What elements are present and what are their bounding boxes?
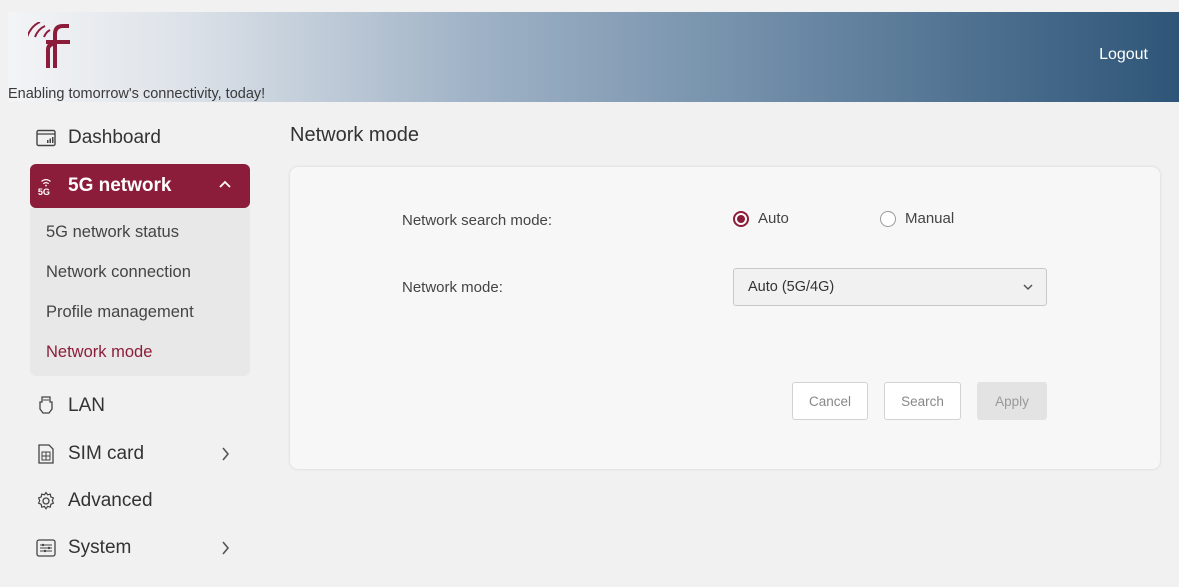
chevron-right-icon xyxy=(222,541,230,555)
network-mode-select[interactable]: Auto (5G/4G) xyxy=(733,268,1047,306)
logout-link[interactable]: Logout xyxy=(1099,46,1148,64)
sidebar-item-system[interactable]: System xyxy=(30,528,250,568)
sidebar-item-5g-network[interactable]: 5G 5G network xyxy=(30,164,250,208)
sidebar-item-label: SIM card xyxy=(68,443,145,464)
sidebar-item-sim-card[interactable]: SIM card xyxy=(30,434,250,474)
network-mode-label: Network mode: xyxy=(402,279,503,296)
sidebar-sub-item-network-mode[interactable]: Network mode xyxy=(30,332,250,372)
sidebar-sub-item-profile-management[interactable]: Profile management xyxy=(30,292,250,332)
5g-icon: 5G xyxy=(36,176,56,197)
sidebar-item-label: 5G network xyxy=(68,175,172,196)
sidebar-item-lan[interactable]: LAN xyxy=(30,386,250,426)
chevron-down-icon xyxy=(1023,284,1033,291)
radio-checked-icon xyxy=(733,210,749,227)
chevron-up-icon xyxy=(219,180,231,188)
tagline: Enabling tomorrow's connectivity, today! xyxy=(8,86,266,102)
dashboard-icon xyxy=(36,128,56,148)
apply-button[interactable]: Apply xyxy=(977,382,1047,420)
sim-card-icon xyxy=(36,444,56,464)
sidebar-item-advanced[interactable]: Advanced xyxy=(30,481,250,521)
search-mode-manual-radio[interactable]: Manual xyxy=(880,210,954,227)
ethernet-icon xyxy=(36,396,56,416)
rf-logo-icon xyxy=(28,22,70,68)
sidebar-item-label: LAN xyxy=(68,395,105,416)
search-mode-label: Network search mode: xyxy=(402,212,553,229)
network-mode-value: Auto (5G/4G) xyxy=(748,279,835,295)
radio-label: Manual xyxy=(905,210,955,227)
sidebar-item-label: System xyxy=(68,537,132,558)
5g-network-submenu: 5G network status Network connection Pro… xyxy=(30,208,250,376)
system-settings-icon xyxy=(36,538,56,558)
radio-label: Auto xyxy=(758,210,789,227)
search-mode-auto-radio[interactable]: Auto xyxy=(733,210,789,227)
radio-unchecked-icon xyxy=(880,210,896,227)
header: Enabling tomorrow's connectivity, today!… xyxy=(8,12,1179,102)
sidebar-sub-item-5g-network-status[interactable]: 5G network status xyxy=(30,212,250,252)
search-button[interactable]: Search xyxy=(884,382,961,420)
cancel-button[interactable]: Cancel xyxy=(792,382,868,420)
svg-text:5G: 5G xyxy=(38,187,50,197)
sidebar: Dashboard 5G 5G network 5G network statu… xyxy=(30,118,250,568)
network-mode-card: Network search mode: Auto Manual Network… xyxy=(290,167,1160,469)
page-title: Network mode xyxy=(290,124,419,146)
sidebar-item-label: Dashboard xyxy=(68,127,161,148)
sidebar-item-label: Advanced xyxy=(68,490,153,511)
chevron-right-icon xyxy=(222,447,230,461)
sidebar-sub-item-network-connection[interactable]: Network connection xyxy=(30,252,250,292)
sidebar-item-dashboard[interactable]: Dashboard xyxy=(30,118,250,158)
gear-icon xyxy=(36,491,56,511)
